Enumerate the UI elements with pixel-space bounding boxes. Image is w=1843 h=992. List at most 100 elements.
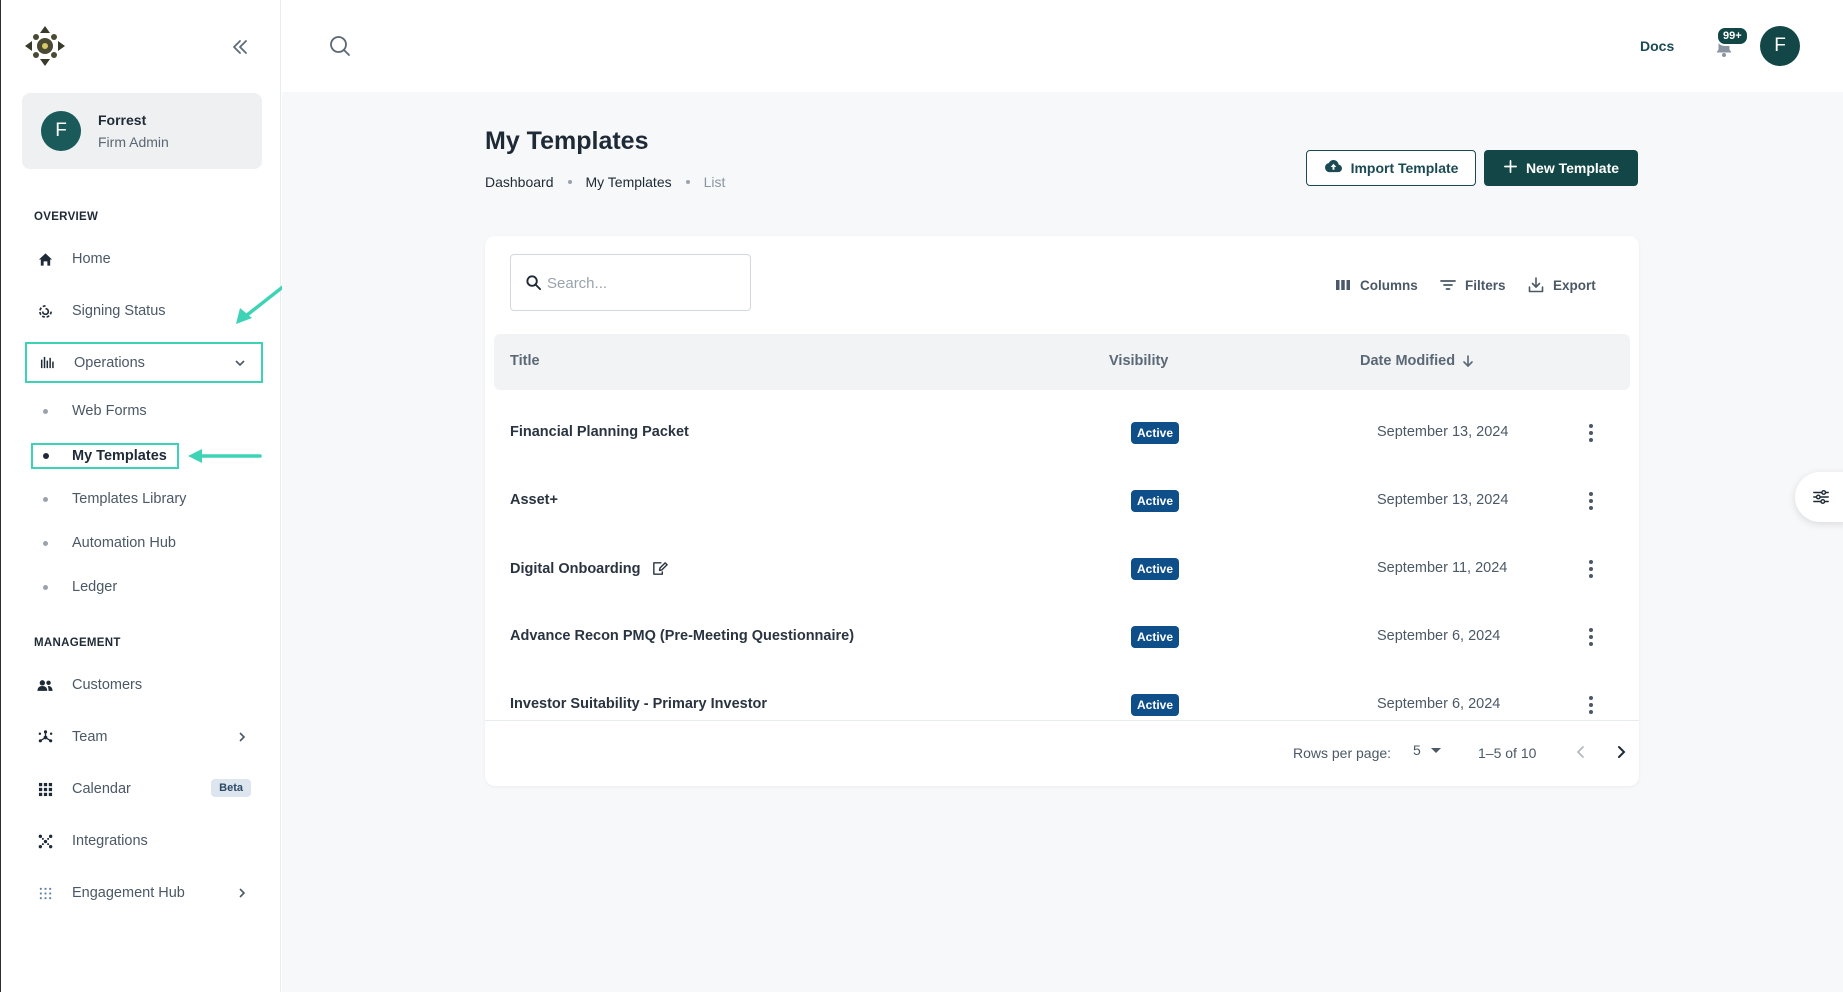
import-template-label: Import Template <box>1350 160 1459 176</box>
sidebar-subitem-web-forms[interactable]: Web Forms <box>31 396 241 426</box>
engagement-hub-icon <box>37 885 53 901</box>
sidebar-item-label: Integrations <box>72 833 148 849</box>
search-icon[interactable] <box>328 34 352 58</box>
docs-link[interactable]: Docs <box>1640 38 1674 54</box>
settings-drawer-button[interactable] <box>1795 472 1843 522</box>
new-template-button[interactable]: New Template <box>1484 150 1638 186</box>
table-row[interactable]: Asset+ Active September 13, 2024 <box>485 468 1639 536</box>
sidebar-item-operations[interactable]: Operations <box>25 342 263 383</box>
sidebar-item-engagement-hub[interactable]: Engagement Hub <box>25 873 263 913</box>
export-button[interactable]: Export <box>1527 276 1596 294</box>
bullet-icon <box>43 584 48 590</box>
bullet-icon <box>43 540 48 546</box>
more-options-icon[interactable] <box>1579 488 1603 514</box>
template-title[interactable]: Advance Recon PMQ (Pre-Meeting Questionn… <box>510 628 854 644</box>
integrations-icon <box>37 833 53 849</box>
search-input[interactable] <box>547 269 737 297</box>
table-row[interactable]: Financial Planning Packet Active Septemb… <box>485 400 1639 468</box>
caret-down-icon <box>1430 747 1441 753</box>
sidebar-item-customers[interactable]: Customers <box>25 665 263 705</box>
sidebar-subitem-label: Ledger <box>72 579 118 595</box>
template-title[interactable]: Asset+ <box>510 492 558 508</box>
chevron-left-icon <box>1576 746 1584 758</box>
column-header-date-modified[interactable]: Date Modified <box>1360 353 1475 369</box>
customers-icon <box>37 677 53 693</box>
status-badge: Active <box>1131 558 1180 580</box>
app-logo[interactable] <box>23 24 67 68</box>
collapse-sidebar-icon[interactable] <box>229 36 251 58</box>
sidebar-item-signing-status[interactable]: Signing Status <box>25 291 263 331</box>
calendar-icon <box>37 781 53 797</box>
template-title-text: Advance Recon PMQ (Pre-Meeting Questionn… <box>510 628 855 644</box>
rows-per-page-select[interactable]: 5 <box>1413 742 1441 758</box>
sidebar-item-label: Signing Status <box>72 303 166 319</box>
template-title-text: Investor Suitability - Primary Investor <box>510 696 768 712</box>
sidebar-subitem-templates-library[interactable]: Templates Library <box>31 484 241 514</box>
more-options-icon[interactable] <box>1579 556 1603 582</box>
column-header-visibility[interactable]: Visibility <box>1109 353 1168 369</box>
table-row[interactable]: Advance Recon PMQ (Pre-Meeting Questionn… <box>485 604 1639 672</box>
previous-page-button[interactable] <box>1571 742 1591 762</box>
more-options-icon[interactable] <box>1579 420 1603 446</box>
download-icon <box>1528 277 1544 293</box>
sidebar-subitem-ledger[interactable]: Ledger <box>31 572 241 602</box>
template-title[interactable]: Investor Suitability - Primary Investor <box>510 696 767 712</box>
breadcrumb-separator <box>685 180 690 184</box>
column-header-title[interactable]: Title <box>510 353 540 369</box>
breadcrumb-my-templates[interactable]: My Templates <box>586 174 672 190</box>
next-page-button[interactable] <box>1611 742 1631 762</box>
status-badge: Active <box>1131 490 1180 512</box>
template-title[interactable]: Financial Planning Packet <box>510 424 689 440</box>
sidebar-item-label: Engagement Hub <box>72 885 185 901</box>
chevron-right-icon <box>1618 746 1626 758</box>
more-options-icon[interactable] <box>1579 624 1603 650</box>
plus-icon <box>1503 159 1518 177</box>
sidebar-item-label: Operations <box>74 354 145 371</box>
section-label-management: MANAGEMENT <box>34 637 121 649</box>
columns-icon <box>1336 280 1350 290</box>
sidebar-item-calendar[interactable]: Calendar Beta <box>25 769 263 809</box>
bullet-icon <box>43 408 48 414</box>
breadcrumb-dashboard[interactable]: Dashboard <box>485 174 554 190</box>
chevron-right-icon <box>235 730 249 744</box>
table-row[interactable]: Investor Suitability - Primary Investor … <box>485 672 1639 740</box>
table-header: Title Visibility Date Modified <box>494 334 1630 390</box>
search-icon <box>525 274 543 292</box>
breadcrumb-separator <box>567 180 572 184</box>
export-label: Export <box>1553 277 1596 293</box>
sidebar-item-label: Customers <box>72 677 143 693</box>
bullet-icon <box>43 496 48 502</box>
status-badge: Active <box>1131 626 1180 648</box>
more-options-icon[interactable] <box>1579 692 1603 718</box>
template-title[interactable]: Digital Onboarding <box>510 560 668 577</box>
home-icon <box>37 251 53 267</box>
cloud-upload-icon <box>1324 159 1343 177</box>
filters-button[interactable]: Filters <box>1439 276 1506 294</box>
avatar[interactable]: F <box>1760 26 1800 66</box>
sidebar-item-label: Team <box>72 729 108 745</box>
bullet-icon <box>43 453 49 459</box>
avatar: F <box>41 111 81 151</box>
templates-table-card: Columns Filters Export Title Visibility … <box>485 236 1639 786</box>
columns-button[interactable]: Columns <box>1334 276 1418 294</box>
page-title: My Templates <box>485 127 649 155</box>
sidebar-item-team[interactable]: Team <box>25 717 263 757</box>
sidebar-item-home[interactable]: Home <box>25 239 263 279</box>
sidebar-subitem-automation-hub[interactable]: Automation Hub <box>31 528 241 558</box>
search-field[interactable] <box>510 254 751 311</box>
sidebar-subitem-my-templates[interactable]: My Templates <box>31 443 179 469</box>
new-template-label: New Template <box>1525 160 1620 176</box>
breadcrumb: Dashboard My Templates List <box>485 174 725 190</box>
user-card[interactable]: F Forrest Firm Admin <box>22 93 262 169</box>
status-badge: Active <box>1131 422 1180 444</box>
beta-badge: Beta <box>211 779 251 797</box>
date-modified: September 13, 2024 <box>1377 424 1509 440</box>
template-title-text: Financial Planning Packet <box>510 424 689 440</box>
table-row[interactable]: Digital Onboarding Active September 11, … <box>485 536 1639 604</box>
date-modified: September 11, 2024 <box>1377 560 1508 576</box>
sidebar-item-integrations[interactable]: Integrations <box>25 821 263 861</box>
rows-per-page-label: Rows per page: <box>1293 745 1392 761</box>
import-template-button[interactable]: Import Template <box>1306 150 1476 186</box>
main-content: My Templates Dashboard My Templates List… <box>282 92 1843 992</box>
team-icon <box>37 729 53 745</box>
